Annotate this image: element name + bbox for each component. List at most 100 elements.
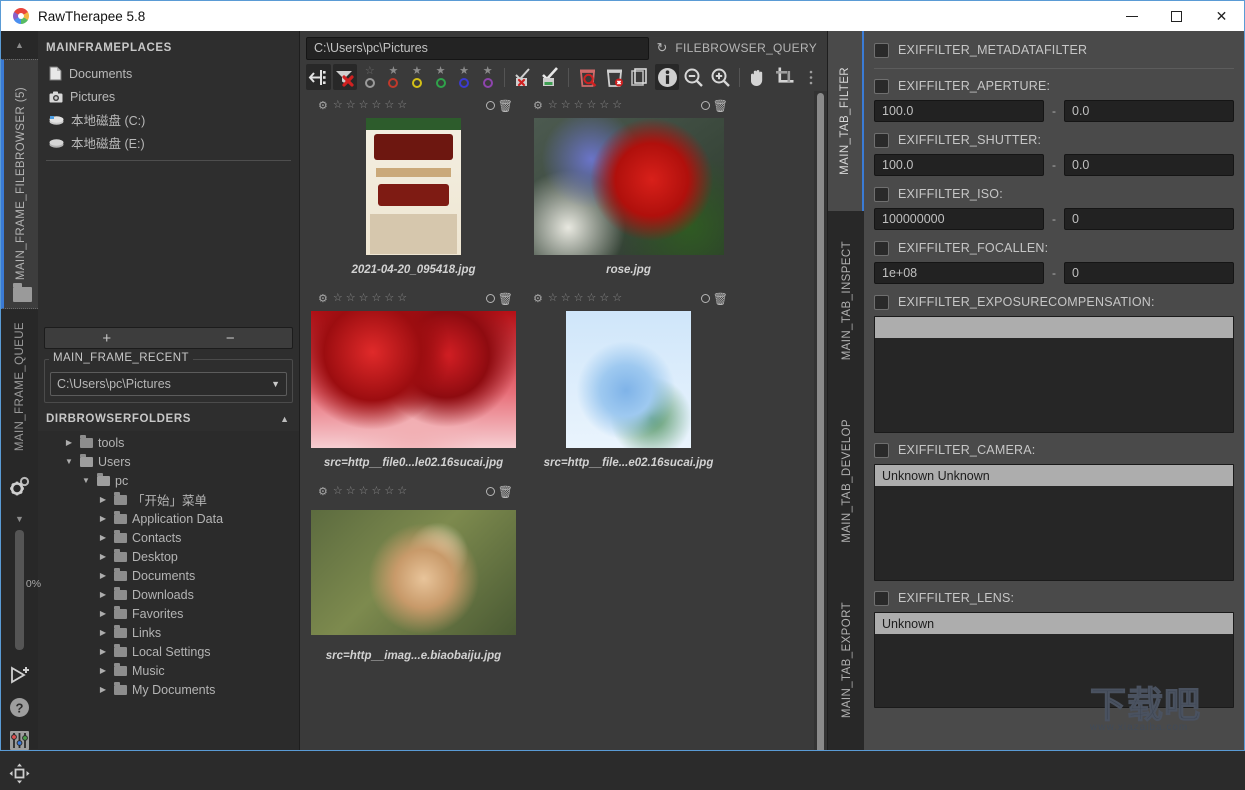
star-icon[interactable]: ☆ [397, 293, 407, 304]
color-label-icon[interactable] [485, 294, 495, 303]
exposure-filter-row[interactable]: EXIFFILTER_EXPOSURECOMPENSATION: [874, 291, 1234, 313]
chevron-right-icon[interactable]: ▶ [97, 590, 109, 599]
shutter-filter-row[interactable]: EXIFFILTER_SHUTTER: [874, 129, 1234, 151]
chevron-right-icon[interactable]: ▶ [97, 628, 109, 637]
gear-icon[interactable]: ⚙ [318, 485, 328, 498]
chevron-up-icon[interactable]: ▲ [280, 414, 289, 424]
exposure-list[interactable] [874, 316, 1234, 433]
thumbnail-cell[interactable]: ⚙ ☆ ☆ ☆ ☆ ☆ ☆ 🗑 src=http__file...e02.16sucai.jpg [521, 290, 736, 483]
hand-pan-button[interactable] [745, 64, 770, 90]
chevron-right-icon[interactable]: ▶ [97, 647, 109, 656]
star-icon[interactable]: ☆ [372, 100, 382, 111]
star-icon[interactable]: ☆ [333, 100, 343, 111]
help-icon[interactable]: ? [1, 691, 38, 724]
scrollbar-thumb[interactable] [817, 93, 824, 750]
tree-node[interactable]: ▶ My Documents [38, 680, 299, 699]
crop-button[interactable] [772, 64, 797, 90]
star-icon[interactable]: ☆ [384, 293, 394, 304]
tab-main-frame-queue[interactable]: MAIN_FRAME_QUEUE [1, 309, 38, 464]
color-label-icon[interactable] [485, 101, 495, 110]
thumbnail-cell[interactable]: ⚙ ☆ ☆ ☆ ☆ ☆ ☆ 🗑 rose.jpg [521, 97, 736, 290]
tab-main-tab-filter[interactable]: MAIN_TAB_FILTER [828, 31, 865, 211]
star-icon[interactable]: ☆ [397, 100, 407, 111]
color-label-4[interactable] [459, 78, 470, 88]
thumbnail-scrollbar[interactable] [814, 91, 827, 750]
trash-icon[interactable]: 🗑 [713, 100, 728, 112]
info-button[interactable] [654, 64, 680, 90]
iso-filter-row[interactable]: EXIFFILTER_ISO: [874, 183, 1234, 205]
camera-filter-checkbox[interactable] [874, 442, 889, 458]
lens-list[interactable]: Unknown [874, 612, 1234, 708]
gear-icon[interactable]: ⚙ [318, 99, 328, 112]
star-icon[interactable]: ☆ [574, 293, 584, 304]
thumbnail-cell[interactable]: ⚙ ☆ ☆ ☆ ☆ ☆ ☆ 🗑 src=http__file0...le02.16sucai.j… [306, 290, 521, 483]
star-icon[interactable]: ☆ [359, 293, 369, 304]
color-label-5[interactable] [482, 78, 493, 88]
exposure-list-item[interactable] [875, 317, 1233, 338]
remove-place-button[interactable]: − [169, 328, 293, 348]
exposure-filter-checkbox[interactable] [874, 294, 889, 310]
metadata-filter-checkbox[interactable] [874, 42, 889, 58]
empty-trash-button[interactable] [602, 64, 627, 90]
color-label-3[interactable] [435, 78, 446, 88]
focallen-min-input[interactable]: 0 [1064, 262, 1234, 284]
shutter-min-input[interactable]: 0.0 [1064, 154, 1234, 176]
toolbar-overflow-button[interactable] [799, 64, 824, 90]
focallen-max-input[interactable]: 1e+08 [874, 262, 1044, 284]
chevron-right-icon[interactable]: ▶ [97, 571, 109, 580]
color-label-icon[interactable] [700, 101, 710, 110]
show-trash-button[interactable] [575, 64, 600, 90]
thumbnail-cell[interactable]: ⚙ ☆ ☆ ☆ ☆ ☆ ☆ 🗑 src=http__imag...e.biaobaiju.jpg [306, 483, 521, 676]
star-icon[interactable]: ☆ [548, 293, 558, 304]
star-icon[interactable]: ☆ [384, 100, 394, 111]
star-icon[interactable]: ☆ [346, 293, 356, 304]
aperture-max-input[interactable]: 100.0 [874, 100, 1044, 122]
star-icon[interactable]: ☆ [561, 293, 571, 304]
chevron-down-icon[interactable]: ▼ [80, 476, 92, 485]
rank-2-button[interactable]: ★ [406, 64, 428, 90]
zoom-in-button[interactable] [708, 64, 733, 90]
color-label-icon[interactable] [700, 294, 710, 303]
lens-filter-row[interactable]: EXIFFILTER_LENS: [874, 587, 1234, 609]
tree-node[interactable]: ▼ pc [38, 471, 299, 490]
iso-min-input[interactable]: 0 [1064, 208, 1234, 230]
star-icon[interactable]: ☆ [346, 486, 356, 497]
chevron-right-icon[interactable]: ▶ [97, 514, 109, 523]
color-label-1[interactable] [388, 78, 399, 88]
gear-icon[interactable]: ⚙ [318, 292, 328, 305]
star-icon[interactable]: ☆ [384, 486, 394, 497]
tab-main-tab-inspect[interactable]: MAIN_TAB_INSPECT [828, 211, 865, 391]
gear-icon[interactable]: ⚙ [533, 292, 543, 305]
star-icon[interactable]: ☆ [333, 486, 343, 497]
tab-main-tab-develop[interactable]: MAIN_TAB_DEVELOP [828, 391, 865, 571]
tree-node[interactable]: ▶ tools [38, 433, 299, 452]
clear-filters-button[interactable] [332, 64, 358, 90]
star-icon[interactable]: ☆ [612, 293, 622, 304]
place-item-drive-c[interactable]: 本地磁盘 (C:) [44, 108, 293, 131]
color-label-icon[interactable] [485, 487, 495, 496]
tree-node[interactable]: ▼ Users [38, 452, 299, 471]
place-item-pictures[interactable]: Pictures [44, 85, 293, 108]
thumbnail-image[interactable] [521, 114, 736, 259]
thumbnail-image[interactable] [306, 114, 521, 259]
maximize-button[interactable] [1154, 1, 1199, 31]
camera-filter-row[interactable]: EXIFFILTER_CAMERA: [874, 439, 1234, 461]
star-icon[interactable]: ☆ [587, 100, 597, 111]
star-icon[interactable]: ☆ [359, 486, 369, 497]
chevron-right-icon[interactable]: ▶ [63, 438, 75, 447]
chevron-right-icon[interactable]: ▶ [97, 685, 109, 694]
color-label-2[interactable] [411, 78, 422, 88]
minimize-button[interactable] [1109, 1, 1154, 31]
tab-main-frame-filebrowser[interactable]: MAIN_FRAME_FILEBROWSER (5) [1, 59, 38, 309]
tree-node[interactable]: ▶ Documents [38, 566, 299, 585]
star-icon[interactable]: ☆ [372, 293, 382, 304]
thumbnail-image[interactable] [306, 500, 521, 645]
show-edited-button[interactable] [511, 64, 536, 90]
star-icon[interactable]: ☆ [612, 100, 622, 111]
tree-node[interactable]: ▶ Desktop [38, 547, 299, 566]
tree-node[interactable]: ▶ Local Settings [38, 642, 299, 661]
shutter-max-input[interactable]: 100.0 [874, 154, 1044, 176]
camera-list[interactable]: Unknown Unknown [874, 464, 1234, 581]
trash-icon[interactable]: 🗑 [498, 293, 513, 305]
rank-5-button[interactable]: ★ [477, 64, 499, 90]
